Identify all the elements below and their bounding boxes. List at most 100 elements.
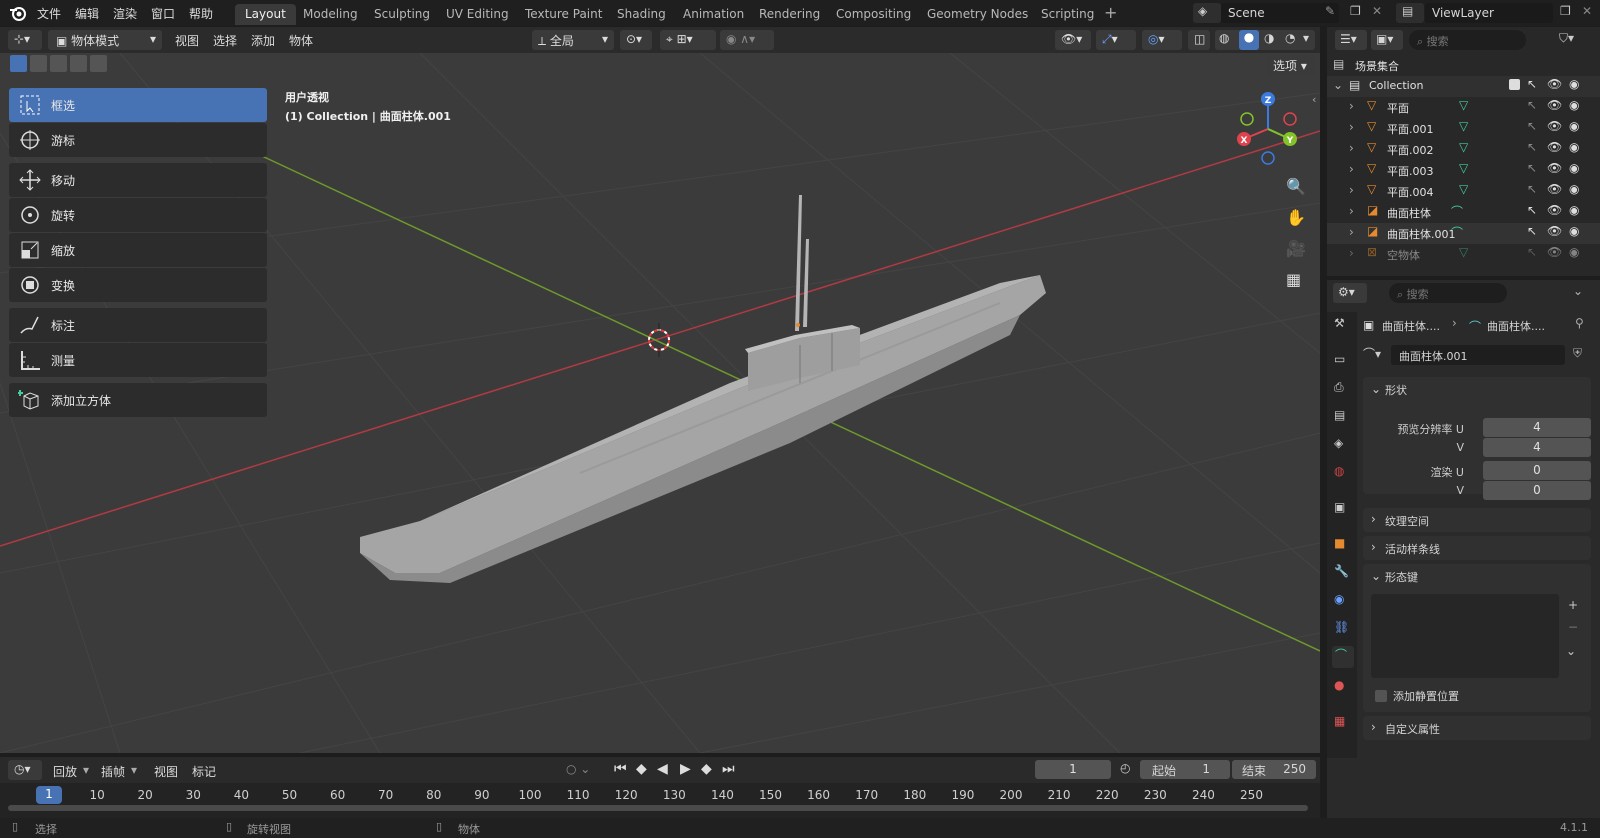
properties-search-input[interactable]: ⌕ 搜索 (1389, 283, 1507, 303)
camera-icon[interactable]: ◉ (1569, 182, 1579, 196)
select-arrow-icon[interactable]: ↖ (1527, 224, 1537, 238)
tool-cursor[interactable]: 游标 (9, 123, 267, 157)
select-arrow-icon[interactable]: ↖ (1527, 77, 1537, 91)
outliner-item[interactable]: › ◪ 曲面柱体 ⌒ ↖ 👁 ◉ (1327, 202, 1600, 223)
outliner-item[interactable]: › ▽ 平面 ▽ ↖ 👁 ◉ (1327, 97, 1600, 118)
outliner-search-input[interactable]: ⌕ 搜索 (1409, 30, 1526, 50)
tab-sculpting[interactable]: Sculpting (364, 4, 440, 25)
chevron-right-icon[interactable]: › (1349, 99, 1354, 113)
mesh-data-icon[interactable]: ▽ (1459, 119, 1468, 133)
eye-icon[interactable]: 👁 (1547, 182, 1562, 196)
rendered-shading-icon[interactable]: ◔ (1285, 31, 1295, 45)
chevron-right-icon[interactable]: › (1349, 225, 1354, 239)
world-tab-icon[interactable]: ◍ (1334, 464, 1344, 478)
camera-icon[interactable]: ◉ (1569, 77, 1579, 91)
menu-view[interactable]: 视图 (175, 32, 199, 49)
menu-keying[interactable]: 插帧 (101, 763, 125, 780)
visibility-button[interactable]: 👁▾ (1055, 30, 1091, 50)
new-scene-icon[interactable]: ❐ (1350, 4, 1361, 18)
next-keyframe-icon[interactable]: ◆ (701, 761, 712, 777)
chevron-right-icon[interactable]: › (1349, 141, 1354, 155)
outliner-editor-type[interactable]: ☰▾ (1335, 30, 1367, 50)
tab-modeling[interactable]: Modeling (293, 4, 368, 25)
solid-shading-icon[interactable]: ● (1239, 30, 1259, 50)
scene-type-button[interactable]: ◈ (1193, 3, 1221, 23)
panel-shape-keys-title[interactable]: 形态键 (1385, 569, 1418, 585)
mesh-data-icon[interactable]: ▽ (1459, 98, 1468, 112)
menu-add[interactable]: 添加 (251, 32, 275, 49)
select-arrow-icon[interactable]: ↖ (1527, 245, 1537, 259)
camera-icon[interactable]: ◉ (1569, 203, 1579, 217)
modifier-tab-icon[interactable]: 🔧 (1334, 564, 1349, 578)
outliner-item[interactable]: › ▽ 平面.003 ▽ ↖ 👁 ◉ (1327, 160, 1600, 181)
3d-viewport[interactable]: 用户透视 (1) Collection | 曲面柱体.001 选项 ▾ ‹ Z … (0, 53, 1320, 753)
eye-icon[interactable]: 👁 (1547, 140, 1562, 154)
pin-icon[interactable]: ⚲ (1575, 316, 1584, 330)
menu-timeline-view[interactable]: 视图 (154, 763, 178, 780)
chevron-right-icon[interactable]: › (1349, 204, 1354, 218)
ortho-toggle-icon[interactable]: ▦ (1286, 270, 1301, 289)
chevron-right-icon[interactable]: › (1349, 246, 1354, 260)
object-tab-icon[interactable]: ■ (1334, 536, 1345, 550)
data-browse-button[interactable]: ⌒▾ (1363, 345, 1385, 365)
display-mode-button[interactable]: ▣▾ (1371, 30, 1403, 50)
pivot-point-button[interactable]: ⊙▾ (620, 30, 652, 50)
wireframe-shading-icon[interactable]: ◍ (1219, 31, 1229, 45)
select-subtract-icon[interactable] (50, 55, 67, 72)
breadcrumb-data[interactable]: 曲面柱体.... (1487, 318, 1545, 334)
current-frame-field[interactable]: 1 (1035, 760, 1111, 779)
jump-end-icon[interactable]: ⏭ (722, 761, 735, 777)
eye-icon[interactable]: 👁 (1547, 161, 1562, 175)
tool-measure[interactable]: 测量 (9, 343, 267, 377)
camera-icon[interactable]: ◉ (1569, 161, 1579, 175)
render-v-field[interactable]: 0 (1483, 481, 1591, 500)
scene-tab-icon[interactable]: ◈ (1334, 436, 1343, 450)
panel-active-spline[interactable]: › 活动样条线 (1363, 536, 1591, 560)
collapse-sidebar-icon[interactable]: ‹ (1312, 93, 1316, 106)
select-arrow-icon[interactable]: ↖ (1527, 161, 1537, 175)
menu-edit[interactable]: 编辑 (75, 5, 99, 22)
tab-scripting[interactable]: Scripting (1031, 4, 1104, 25)
eye-icon[interactable]: 👁 (1547, 245, 1562, 259)
add-shape-key-icon[interactable]: + (1568, 598, 1578, 612)
new-viewlayer-icon[interactable]: ❐ (1560, 4, 1571, 18)
select-arrow-icon[interactable]: ↖ (1527, 119, 1537, 133)
mesh-data-icon[interactable]: ▽ (1459, 161, 1468, 175)
camera-icon[interactable]: ◉ (1569, 224, 1579, 238)
tab-geometry-nodes[interactable]: Geometry Nodes (917, 4, 1038, 25)
physics-tab-icon[interactable]: ◉ (1334, 592, 1344, 606)
select-arrow-icon[interactable]: ↖ (1527, 203, 1537, 217)
navigation-gizmo[interactable]: Z X Y (1232, 89, 1302, 169)
outliner-item[interactable]: › ⊠ 空物体 ▽ ↖ 👁 ◉ (1327, 244, 1600, 265)
tool-tab-icon[interactable]: ⚒ (1334, 316, 1345, 330)
play-icon[interactable]: ▶ (680, 761, 691, 777)
tab-uv-editing[interactable]: UV Editing (436, 4, 519, 25)
delete-viewlayer-icon[interactable]: ✕ (1582, 4, 1592, 18)
tool-annotate[interactable]: 标注 (9, 308, 267, 342)
data-tab-icon[interactable]: ⌒ (1332, 646, 1354, 668)
gizmo-toggle-button[interactable]: ⤢▾ (1096, 30, 1136, 50)
menu-file[interactable]: 文件 (37, 5, 61, 22)
output-tab-icon[interactable]: ⎙ (1334, 380, 1344, 395)
zoom-icon[interactable]: 🔍 (1286, 177, 1306, 196)
select-new-icon[interactable] (10, 55, 27, 72)
proportional-edit-button[interactable]: ◉ ∧▾ (720, 30, 774, 50)
camera-icon[interactable]: ◉ (1569, 119, 1579, 133)
add-rest-position-checkbox[interactable] (1375, 690, 1387, 702)
add-workspace-icon[interactable]: + (1104, 3, 1117, 22)
menu-object[interactable]: 物体 (289, 32, 313, 49)
render-u-field[interactable]: 0 (1483, 461, 1591, 480)
blender-logo-icon[interactable] (9, 5, 27, 21)
shape-key-menu-icon[interactable]: ⌄ (1566, 644, 1576, 658)
breadcrumb-object[interactable]: 曲面柱体.... (1382, 318, 1440, 334)
select-arrow-icon[interactable]: ↖ (1527, 140, 1537, 154)
chevron-right-icon[interactable]: › (1349, 120, 1354, 134)
menu-select[interactable]: 选择 (213, 32, 237, 49)
tool-select-box[interactable]: 框选 (9, 88, 267, 122)
tab-texture-paint[interactable]: Texture Paint (515, 4, 612, 25)
select-arrow-icon[interactable]: ↖ (1527, 182, 1537, 196)
delete-scene-icon[interactable]: ✕ (1372, 4, 1382, 18)
camera-icon[interactable]: ◉ (1569, 245, 1579, 259)
current-frame-marker[interactable]: 1 (36, 786, 62, 804)
end-frame-field[interactable]: 结束 250 (1232, 760, 1316, 779)
